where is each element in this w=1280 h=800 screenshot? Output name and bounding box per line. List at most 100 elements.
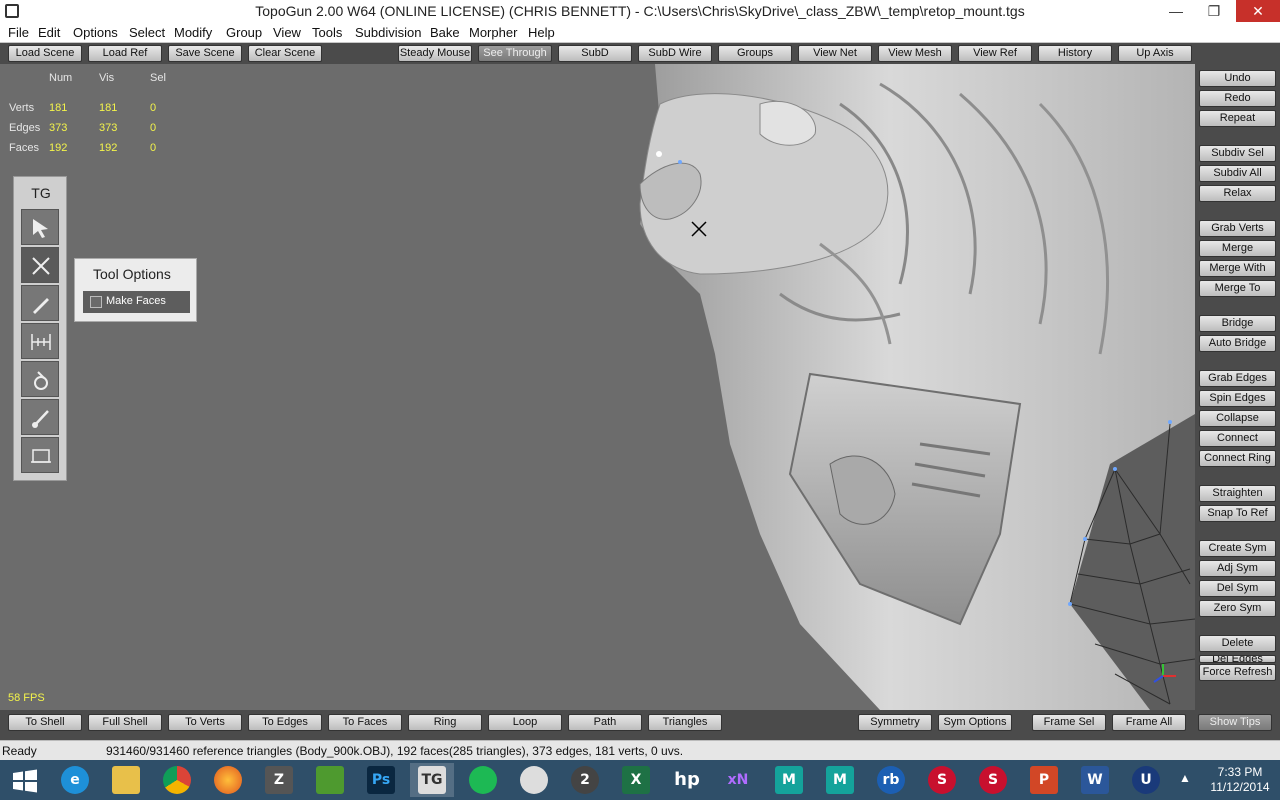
topogun-icon[interactable]: TG [410,763,454,797]
grab-edges-button[interactable]: Grab Edges [1199,370,1276,387]
to-verts-button[interactable]: To Verts [168,714,242,731]
make-faces-checkbox[interactable] [90,296,102,308]
view-ref-button[interactable]: View Ref [958,45,1032,62]
rb-icon[interactable]: rb [869,763,913,797]
menu-view[interactable]: View [273,25,301,40]
zbrush-icon[interactable]: Z [257,763,301,797]
merge-with-button[interactable]: Merge With [1199,260,1276,277]
save-scene-button[interactable]: Save Scene [168,45,242,62]
system-clock[interactable]: 7:33 PM 11/12/2014 [1210,765,1270,795]
show-tips-button[interactable]: Show Tips [1198,714,1272,731]
load-ref-button[interactable]: Load Ref [88,45,162,62]
hp-icon[interactable]: hp [665,763,709,797]
repeat-button[interactable]: Repeat [1199,110,1276,127]
subdiv-sel-button[interactable]: Subdiv Sel [1199,145,1276,162]
undo-button[interactable]: Undo [1199,70,1276,87]
frame-sel-button[interactable]: Frame Sel [1032,714,1106,731]
triangles-button[interactable]: Triangles [648,714,722,731]
powerpoint-icon[interactable]: P [1022,763,1066,797]
make-faces-option[interactable]: Make Faces [83,291,190,313]
file-explorer-icon[interactable] [104,763,148,797]
photoshop-icon[interactable]: Ps [359,763,403,797]
menu-file[interactable]: File [8,25,29,40]
spin-edges-button[interactable]: Spin Edges [1199,390,1276,407]
del-edges-button[interactable]: Del Edges [1199,655,1276,663]
maya-lt-icon[interactable]: M [767,763,811,797]
create-sym-button[interactable]: Create Sym [1199,540,1276,557]
menu-modify[interactable]: Modify [174,25,212,40]
substance-painter-icon[interactable]: S [971,763,1015,797]
del-sym-button[interactable]: Del Sym [1199,580,1276,597]
subdiv-all-button[interactable]: Subdiv All [1199,165,1276,182]
firefox-icon[interactable] [206,763,250,797]
select-tool-icon[interactable] [21,209,59,245]
3d-viewport[interactable]: Num Vis Sel Verts 181 181 0 Edges 373 37… [0,64,1195,710]
menu-edit[interactable]: Edit [38,25,60,40]
headus-icon[interactable]: 2 [563,763,607,797]
menu-bake[interactable]: Bake [430,25,460,40]
delete-button[interactable]: Delete [1199,635,1276,652]
tray-chevron-up-icon[interactable]: ▲ [1175,763,1195,797]
clear-scene-button[interactable]: Clear Scene [248,45,322,62]
adj-sym-button[interactable]: Adj Sym [1199,560,1276,577]
marmoset-icon[interactable] [308,763,352,797]
faces-tool-icon[interactable] [21,437,59,473]
restore-button[interactable]: ❐ [1198,0,1230,22]
chrome-icon[interactable] [155,763,199,797]
menu-select[interactable]: Select [129,25,165,40]
draw-tool-icon[interactable] [21,285,59,321]
subd-button[interactable]: SubD [558,45,632,62]
redo-button[interactable]: Redo [1199,90,1276,107]
snap-to-ref-button[interactable]: Snap To Ref [1199,505,1276,522]
menu-group[interactable]: Group [226,25,262,40]
subd-wire-button[interactable]: SubD Wire [638,45,712,62]
frame-all-button[interactable]: Frame All [1112,714,1186,731]
connect-button[interactable]: Connect [1199,430,1276,447]
excel-icon[interactable]: X [614,763,658,797]
collapse-button[interactable]: Collapse [1199,410,1276,427]
menu-subdivision[interactable]: Subdivision [355,25,422,40]
symmetry-button[interactable]: Symmetry [858,714,932,731]
xnormal-icon[interactable]: xN [716,763,760,797]
to-shell-button[interactable]: To Shell [8,714,82,731]
menu-tools[interactable]: Tools [312,25,342,40]
unity-icon[interactable] [512,763,556,797]
to-faces-button[interactable]: To Faces [328,714,402,731]
unreal-icon[interactable]: U [1124,763,1168,797]
load-scene-button[interactable]: Load Scene [8,45,82,62]
paint-tool-icon[interactable] [21,399,59,435]
menu-morpher[interactable]: Morpher [469,25,517,40]
internet-explorer-icon[interactable]: e [53,763,97,797]
menu-help[interactable]: Help [528,25,555,40]
close-button[interactable]: ✕ [1236,0,1280,22]
auto-bridge-button[interactable]: Auto Bridge [1199,335,1276,352]
straighten-button[interactable]: Straighten [1199,485,1276,502]
up-axis-button[interactable]: Up Axis [1118,45,1192,62]
merge-to-button[interactable]: Merge To [1199,280,1276,297]
to-edges-button[interactable]: To Edges [248,714,322,731]
force-refresh-button[interactable]: Force Refresh [1199,664,1276,681]
maya-icon[interactable]: M [818,763,862,797]
merge-button[interactable]: Merge [1199,240,1276,257]
ring-button[interactable]: Ring [408,714,482,731]
view-net-button[interactable]: View Net [798,45,872,62]
substance-designer-icon[interactable]: S [920,763,964,797]
sym-options-button[interactable]: Sym Options [938,714,1012,731]
simple-create-tool-icon[interactable] [21,247,59,283]
word-icon[interactable]: W [1073,763,1117,797]
view-mesh-button[interactable]: View Mesh [878,45,952,62]
bridge-tool-icon[interactable] [21,323,59,359]
full-shell-button[interactable]: Full Shell [88,714,162,731]
menu-options[interactable]: Options [73,25,118,40]
spotify-icon[interactable] [461,763,505,797]
path-button[interactable]: Path [568,714,642,731]
zero-sym-button[interactable]: Zero Sym [1199,600,1276,617]
history-button[interactable]: History [1038,45,1112,62]
groups-button[interactable]: Groups [718,45,792,62]
relax-button[interactable]: Relax [1199,185,1276,202]
see-through-button[interactable]: See Through [478,45,552,62]
grab-verts-button[interactable]: Grab Verts [1199,220,1276,237]
windows-start-icon[interactable] [2,763,46,797]
connect-ring-button[interactable]: Connect Ring [1199,450,1276,467]
bridge-button[interactable]: Bridge [1199,315,1276,332]
